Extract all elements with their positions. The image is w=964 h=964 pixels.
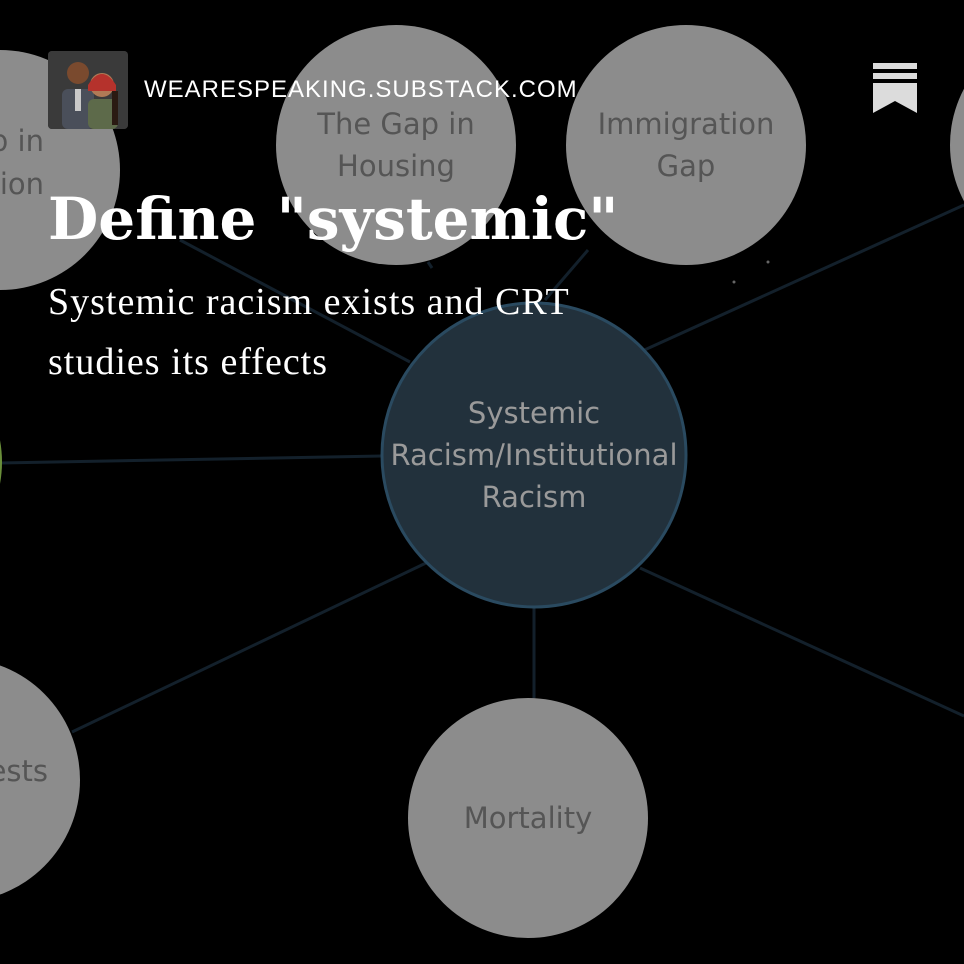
node-label: Gap: [657, 149, 716, 183]
site-name[interactable]: WEARESPEAKING.SUBSTACK.COM: [144, 76, 578, 104]
node-label: p in: [0, 124, 44, 158]
diagram-dot: [732, 280, 736, 284]
substack-bookmark-icon[interactable]: [873, 63, 917, 113]
concept-diagram: p inationThe Gap inHousingImmigrationGap…: [0, 0, 964, 964]
diagram-node-mortality: Mortality: [408, 698, 648, 938]
post-title: Define "systemic": [48, 185, 619, 253]
post-subtitle: Systemic racism exists and CRT studies i…: [48, 281, 569, 383]
node-label: Systemic: [468, 396, 600, 430]
node-label: Racism/Institutional: [390, 438, 677, 472]
diagram-dot: [766, 260, 770, 264]
node-label: Racism: [482, 480, 587, 514]
authors-avatar[interactable]: [48, 51, 128, 129]
node-label: ation: [0, 167, 44, 201]
publication-header[interactable]: WEARESPEAKING.SUBSTACK.COM: [48, 50, 578, 130]
node-label: ests: [0, 754, 48, 788]
node-label: Immigration: [598, 107, 775, 141]
node-label: Housing: [337, 149, 455, 183]
node-label: Mortality: [464, 801, 592, 835]
avatar-illustration-icon: [48, 51, 128, 129]
